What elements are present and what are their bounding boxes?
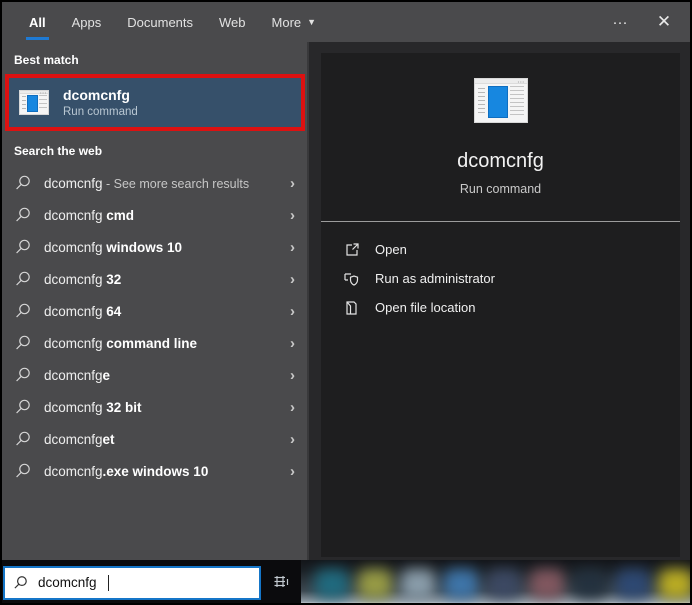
web-suggestions-list: dcomcnfg - See more search results › dco… xyxy=(2,167,307,487)
chevron-right-icon[interactable]: › xyxy=(290,240,295,255)
search-icon xyxy=(15,207,31,223)
shield-icon xyxy=(343,271,360,287)
search-input[interactable]: dcomcnfg xyxy=(3,566,261,600)
preview-pane-outer: ••• dcomcnfg Run command Open Run as adm… xyxy=(307,42,690,560)
blurred-app-icon xyxy=(659,569,690,599)
search-icon xyxy=(15,239,31,255)
chevron-right-icon[interactable]: › xyxy=(290,272,295,287)
tab-apps[interactable]: Apps xyxy=(59,2,115,42)
web-suggestion-row[interactable]: dcomcnfg.exe windows 10 › xyxy=(2,455,307,487)
tab-more[interactable]: More ▼ xyxy=(259,2,330,42)
blurred-taskbar-icons xyxy=(301,560,690,603)
search-icon xyxy=(15,335,31,351)
best-match-header: Best match xyxy=(2,42,307,74)
windows-search-flyout: All Apps Documents Web More ▼ ··· ✕ Best… xyxy=(0,0,692,605)
search-icon xyxy=(15,367,31,383)
best-match-subtitle: Run command xyxy=(63,106,138,118)
search-flyout: All Apps Documents Web More ▼ ··· ✕ Best… xyxy=(2,2,690,560)
action-run-as-administrator[interactable]: Run as administrator xyxy=(321,264,680,293)
blurred-app-icon xyxy=(315,569,349,599)
search-icon xyxy=(13,575,28,590)
web-suggestion-row[interactable]: dcomcnfg command line › xyxy=(2,327,307,359)
search-web-header: Search the web xyxy=(2,131,307,167)
web-suggestion-row[interactable]: dcomcnfget › xyxy=(2,423,307,455)
search-icon xyxy=(15,463,31,479)
blurred-app-icon xyxy=(573,569,607,599)
blurred-app-icon xyxy=(401,569,435,599)
chevron-right-icon[interactable]: › xyxy=(290,176,295,191)
search-input-value: dcomcnfg xyxy=(38,575,97,590)
taskbar-ime-icon[interactable] xyxy=(261,560,301,603)
preview-actions: Open Run as administrator Open file loca… xyxy=(321,222,680,322)
best-match-title: dcomcnfg xyxy=(63,87,138,103)
chevron-right-icon[interactable]: › xyxy=(290,432,295,447)
topbar-spacer xyxy=(329,2,598,42)
search-icon xyxy=(15,303,31,319)
folder-location-icon xyxy=(343,300,360,316)
search-icon xyxy=(15,271,31,287)
blurred-app-icon xyxy=(616,569,650,599)
preview-subtitle: Run command xyxy=(460,182,541,196)
taskbar: dcomcnfg xyxy=(2,560,690,603)
preview-title: dcomcnfg xyxy=(457,150,544,173)
web-suggestion-row[interactable]: dcomcnfg windows 10 › xyxy=(2,231,307,263)
chevron-right-icon[interactable]: › xyxy=(290,336,295,351)
search-icon xyxy=(15,175,31,191)
web-suggestion-row[interactable]: dcomcnfg 32 › xyxy=(2,263,307,295)
options-ellipsis-button[interactable]: ··· xyxy=(598,2,642,42)
open-icon xyxy=(343,242,360,258)
blurred-app-icon xyxy=(358,569,392,599)
tab-all[interactable]: All xyxy=(16,2,59,42)
chevron-right-icon[interactable]: › xyxy=(290,208,295,223)
action-open-file-location[interactable]: Open file location xyxy=(321,293,680,322)
chevron-right-icon[interactable]: › xyxy=(290,464,295,479)
web-suggestion-row[interactable]: dcomcnfg - See more search results › xyxy=(2,167,307,199)
close-button[interactable]: ✕ xyxy=(642,2,686,42)
blurred-app-icon xyxy=(530,569,564,599)
search-icon xyxy=(15,399,31,415)
chevron-right-icon[interactable]: › xyxy=(290,368,295,383)
action-open[interactable]: Open xyxy=(321,235,680,264)
app-window-icon: ••• xyxy=(19,90,49,115)
blurred-app-icon xyxy=(487,569,521,599)
search-icon xyxy=(15,431,31,447)
web-suggestion-row[interactable]: dcomcnfg cmd › xyxy=(2,199,307,231)
blurred-app-icon xyxy=(444,569,478,599)
chevron-down-icon: ▼ xyxy=(307,17,316,27)
web-suggestion-row[interactable]: dcomcnfge › xyxy=(2,359,307,391)
filter-tab-bar: All Apps Documents Web More ▼ ··· ✕ xyxy=(2,2,690,42)
tab-documents[interactable]: Documents xyxy=(114,2,206,42)
chevron-right-icon[interactable]: › xyxy=(290,304,295,319)
chevron-right-icon[interactable]: › xyxy=(290,400,295,415)
web-suggestion-row[interactable]: dcomcnfg 64 › xyxy=(2,295,307,327)
web-suggestion-row[interactable]: dcomcnfg 32 bit › xyxy=(2,391,307,423)
flyout-content: Best match ••• dcomcnfg Run command Sear… xyxy=(2,42,690,560)
results-pane: Best match ••• dcomcnfg Run command Sear… xyxy=(2,42,307,560)
app-window-icon-large: ••• xyxy=(474,78,528,123)
text-cursor xyxy=(108,575,109,591)
tab-web[interactable]: Web xyxy=(206,2,259,42)
preview-panel: ••• dcomcnfg Run command Open Run as adm… xyxy=(321,53,680,557)
best-match-result[interactable]: ••• dcomcnfg Run command xyxy=(5,74,305,131)
